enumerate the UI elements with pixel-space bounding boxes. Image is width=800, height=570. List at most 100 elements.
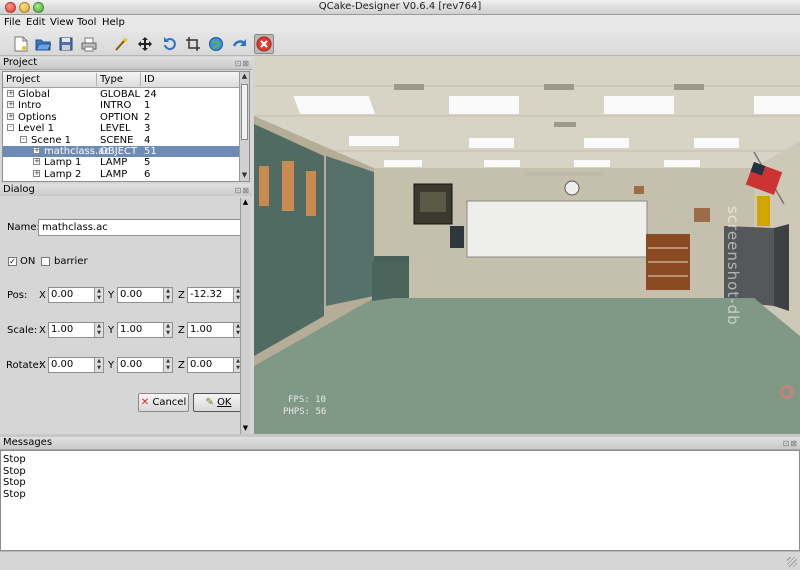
tree-row[interactable]: + Options OPTION 2 xyxy=(3,112,239,123)
move-icon[interactable] xyxy=(135,34,155,54)
dialog-dock-title: Dialog xyxy=(3,184,35,195)
print-icon[interactable] xyxy=(79,34,99,54)
redo-arrow-icon[interactable] xyxy=(230,34,250,54)
menu-help[interactable]: Help xyxy=(102,17,125,28)
on-checkbox[interactable]: ✓ xyxy=(8,257,17,266)
watermark-text: screenshot-db xyxy=(724,206,742,326)
crop-icon[interactable] xyxy=(183,34,203,54)
rotate-z-label: Z xyxy=(178,360,185,371)
pos-z-label: Z xyxy=(178,290,185,301)
scale-z-label: Z xyxy=(178,325,185,336)
rotate-y-spinbox[interactable]: 0.00 ▲ ▼ xyxy=(117,357,173,373)
dock-float-close-icon[interactable]: ⊡⊠ xyxy=(783,438,798,450)
tree-item-name: Lamp 1 xyxy=(44,157,82,169)
scale-y-spinbox[interactable]: 1.00 ▲ ▼ xyxy=(117,322,173,338)
cancel-button[interactable]: ✕ Cancel xyxy=(138,393,189,412)
tree-scrollbar[interactable]: ▲ ▼ xyxy=(239,72,249,181)
expand-icon[interactable]: + xyxy=(7,101,14,109)
rotate-y-value: 0.00 xyxy=(120,359,143,370)
menu-file[interactable]: File xyxy=(4,17,21,28)
pos-y-spinbox[interactable]: 0.00 ▲ ▼ xyxy=(117,287,173,303)
tree-item-type: SCENE xyxy=(100,134,134,146)
menu-view[interactable]: View xyxy=(50,17,74,28)
scene-viewport[interactable]: FPS: 10 PHPS: 56 screenshot-db xyxy=(254,56,800,434)
pos-y-value: 0.00 xyxy=(120,289,143,300)
messages-panel[interactable]: Stop Stop Stop Stop xyxy=(0,450,800,551)
rotate-label: Rotate: xyxy=(6,360,43,371)
dialog-scrollbar[interactable]: ▲ ▼ xyxy=(240,198,250,434)
column-type[interactable]: Type xyxy=(100,74,123,85)
spin-arrows-icon[interactable]: ▲ ▼ xyxy=(163,323,172,337)
column-project[interactable]: Project xyxy=(6,74,40,85)
expand-icon[interactable]: + xyxy=(7,112,14,120)
pos-z-spinbox[interactable]: -12.32 ▲ ▼ xyxy=(187,287,243,303)
new-file-icon[interactable] xyxy=(11,34,31,54)
tree-item-type: LAMP xyxy=(100,157,128,169)
tree-row[interactable]: + Intro INTRO 1 xyxy=(3,100,239,111)
spin-arrows-icon[interactable]: ▲ ▼ xyxy=(163,358,172,372)
tree-item-type: LAMP xyxy=(100,168,128,180)
pos-x-spinbox[interactable]: 0.00 ▲ ▼ xyxy=(48,287,104,303)
tree-item-id: 2 xyxy=(144,111,151,123)
tree-item-name: Level 1 xyxy=(18,123,54,135)
tree-row[interactable]: + Global GLOBAL 24 xyxy=(3,89,239,100)
globe-icon[interactable] xyxy=(206,34,226,54)
tree-item-id: 51 xyxy=(144,146,157,157)
scroll-up-icon[interactable]: ▲ xyxy=(240,72,249,82)
spin-arrows-icon[interactable]: ▲ ▼ xyxy=(94,358,103,372)
message-line: Stop xyxy=(3,466,26,477)
save-icon[interactable] xyxy=(56,34,76,54)
magic-wand-icon[interactable] xyxy=(111,34,131,54)
expand-icon[interactable]: + xyxy=(33,147,40,154)
rotate-z-spinbox[interactable]: 0.00 ▲ ▼ xyxy=(187,357,243,373)
tree-row[interactable]: + Lamp 1 LAMP 5 xyxy=(3,157,239,168)
ok-button[interactable]: ✎ OK xyxy=(193,393,244,412)
tree-row[interactable]: - Scene 1 SCENE 4 xyxy=(3,135,239,146)
tree-item-type: OPTION xyxy=(100,111,139,123)
scroll-down-icon[interactable]: ▼ xyxy=(241,424,250,434)
status-bar xyxy=(0,551,800,570)
scale-z-spinbox[interactable]: 1.00 ▲ ▼ xyxy=(187,322,243,338)
collapse-icon[interactable]: - xyxy=(7,124,14,132)
menu-edit[interactable]: Edit xyxy=(26,17,45,28)
tree-row[interactable]: - Level 1 LEVEL 3 xyxy=(3,123,239,134)
rotate-z-value: 0.00 xyxy=(190,359,213,370)
scroll-down-icon[interactable]: ▼ xyxy=(240,171,249,181)
scale-x-label: X xyxy=(39,325,46,336)
dialog-panel: Name: mathclass.ac ✓ ON barrier Pos: X 0… xyxy=(0,196,252,436)
window-title: QCake-Designer V0.6.4 [rev764] xyxy=(318,1,482,12)
toolbar xyxy=(0,31,800,56)
menu-tool[interactable]: Tool xyxy=(77,17,96,28)
tree-row[interactable]: + Lamp 2 LAMP 6 xyxy=(3,169,239,180)
expand-icon[interactable]: + xyxy=(7,90,14,97)
tree-row[interactable]: + mathclass.ac OBJECT 51 xyxy=(3,146,239,157)
cancel-icon: ✕ xyxy=(140,397,150,408)
name-field[interactable]: mathclass.ac xyxy=(38,219,244,236)
rotate-icon[interactable] xyxy=(160,34,180,54)
spin-arrows-icon[interactable]: ▲ ▼ xyxy=(94,288,103,302)
open-folder-icon[interactable] xyxy=(33,34,53,54)
expand-icon[interactable]: + xyxy=(33,169,40,177)
dock-float-close-icon[interactable]: ⊡⊠ xyxy=(235,58,250,70)
messages-dock-header: Messages ⊡⊠ xyxy=(0,437,800,450)
resize-grip-icon[interactable] xyxy=(787,557,797,567)
stop-icon[interactable] xyxy=(254,34,274,54)
rotate-x-value: 0.00 xyxy=(51,359,74,370)
project-tree[interactable]: Project Type ID + Global GLOBAL 24 + Intro INT… xyxy=(2,71,250,182)
on-label: ON xyxy=(20,256,36,267)
spin-arrows-icon[interactable]: ▲ ▼ xyxy=(163,288,172,302)
collapse-icon[interactable]: - xyxy=(20,135,27,143)
spin-arrows-icon[interactable]: ▲ ▼ xyxy=(94,323,103,337)
ok-label: OK xyxy=(217,397,232,408)
expand-icon[interactable]: + xyxy=(33,158,40,166)
scroll-thumb[interactable] xyxy=(241,84,248,140)
column-id[interactable]: ID xyxy=(144,74,155,85)
scroll-up-icon[interactable]: ▲ xyxy=(241,198,250,208)
tree-item-type: LEVEL xyxy=(100,123,131,135)
barrier-checkbox[interactable] xyxy=(41,257,50,266)
phps-readout: PHPS: 56 xyxy=(283,407,327,417)
rotate-x-spinbox[interactable]: 0.00 ▲ ▼ xyxy=(48,357,104,373)
message-line: Stop xyxy=(3,477,26,488)
scale-x-spinbox[interactable]: 1.00 ▲ ▼ xyxy=(48,322,104,338)
pos-y-label: Y xyxy=(108,290,115,301)
